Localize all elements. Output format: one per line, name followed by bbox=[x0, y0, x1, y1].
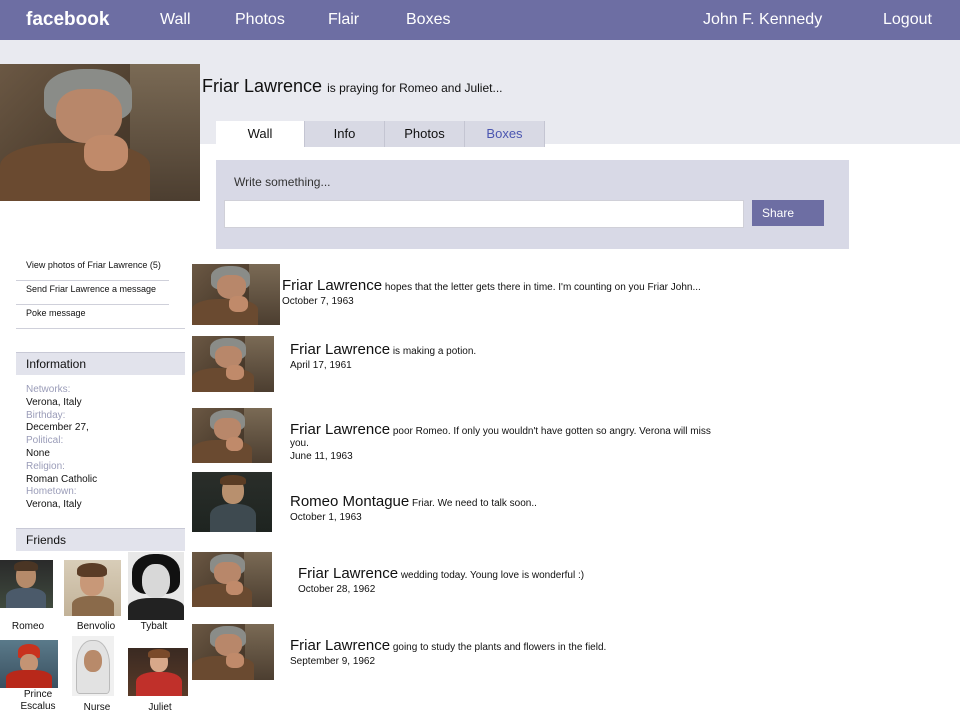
friend-photo-prince-escalus[interactable] bbox=[0, 640, 58, 688]
nav-boxes[interactable]: Boxes bbox=[406, 11, 450, 29]
friend-name-nurse[interactable]: Nurse bbox=[70, 702, 124, 714]
top-navigation-bar: facebook Wall Photos Flair Boxes John F.… bbox=[0, 0, 960, 40]
wall-post: Friar Lawrence hopes that the letter get… bbox=[282, 277, 922, 307]
tab-boxes[interactable]: Boxes bbox=[465, 121, 545, 147]
information-list: Networks: Verona, Italy Birthday: Decemb… bbox=[26, 384, 176, 512]
view-photos-link[interactable]: View photos of Friar Lawrence (5) bbox=[16, 260, 169, 281]
post-date: April 17, 1961 bbox=[290, 360, 352, 371]
info-value: None bbox=[26, 447, 50, 459]
information-header: Information bbox=[16, 352, 185, 375]
friend-photo-tybalt[interactable] bbox=[128, 552, 184, 620]
post-author-photo[interactable] bbox=[192, 264, 280, 325]
nav-flair[interactable]: Flair bbox=[328, 11, 359, 29]
wall-composer: Write something... Share bbox=[216, 160, 849, 249]
post-body: Friar. We need to talk soon.. bbox=[412, 498, 537, 509]
info-value: Verona, Italy bbox=[26, 396, 82, 408]
wall-post: Friar Lawrence poor Romeo. If only you w… bbox=[290, 421, 730, 462]
post-author-photo[interactable] bbox=[192, 408, 272, 463]
post-author[interactable]: Friar Lawrence bbox=[298, 565, 398, 582]
info-label: Birthday: bbox=[26, 409, 66, 421]
composer-prompt: Write something... bbox=[234, 175, 331, 189]
friend-photo-juliet[interactable] bbox=[128, 648, 188, 696]
info-label: Religion: bbox=[26, 460, 65, 472]
friend-photo-benvolio[interactable] bbox=[64, 560, 121, 616]
post-author[interactable]: Romeo Montague bbox=[290, 493, 409, 510]
nav-photos[interactable]: Photos bbox=[235, 11, 285, 29]
friend-name-benvolio[interactable]: Benvolio bbox=[66, 621, 126, 633]
post-date: October 7, 1963 bbox=[282, 296, 354, 307]
post-body: hopes that the letter gets there in time… bbox=[384, 282, 701, 293]
post-body: going to study the plants and flowers in… bbox=[392, 642, 607, 653]
wall-post: Friar Lawrence going to study the plants… bbox=[290, 637, 890, 667]
tab-photos[interactable]: Photos bbox=[385, 121, 465, 147]
current-user-link[interactable]: John F. Kennedy bbox=[703, 11, 822, 29]
friends-header: Friends bbox=[16, 528, 185, 551]
tab-info[interactable]: Info bbox=[305, 121, 385, 147]
info-label: Hometown: bbox=[26, 486, 77, 498]
friend-name-romeo[interactable]: Romeo bbox=[2, 621, 54, 633]
friend-photo-nurse[interactable] bbox=[72, 636, 114, 696]
tab-wall[interactable]: Wall bbox=[216, 121, 305, 147]
post-body: wedding today. Young love is wonderful :… bbox=[400, 570, 585, 581]
poke-link[interactable]: Poke message bbox=[16, 308, 185, 329]
post-date: October 1, 1963 bbox=[290, 512, 362, 523]
nav-wall[interactable]: Wall bbox=[160, 11, 191, 29]
send-message-link[interactable]: Send Friar Lawrence a message bbox=[16, 284, 169, 305]
wall-post: Romeo Montague Friar. We need to talk so… bbox=[290, 493, 890, 523]
share-button[interactable]: Share bbox=[752, 200, 824, 226]
wall-post-input[interactable] bbox=[224, 200, 744, 228]
post-author-photo[interactable] bbox=[192, 472, 272, 532]
profile-status: is praying for Romeo and Juliet... bbox=[327, 81, 503, 95]
post-author[interactable]: Friar Lawrence bbox=[290, 421, 390, 438]
info-value: Roman Catholic bbox=[26, 473, 98, 485]
friend-name-juliet[interactable]: Juliet bbox=[132, 702, 188, 714]
post-author[interactable]: Friar Lawrence bbox=[282, 277, 382, 294]
post-author-photo[interactable] bbox=[192, 552, 272, 607]
facebook-logo[interactable]: facebook bbox=[26, 9, 109, 31]
post-author-photo[interactable] bbox=[192, 624, 274, 680]
post-author[interactable]: Friar Lawrence bbox=[290, 637, 390, 654]
post-body: is making a potion. bbox=[392, 346, 477, 357]
profile-name: Friar Lawrence bbox=[202, 76, 323, 96]
post-date: June 11, 1963 bbox=[290, 451, 353, 462]
friend-photo-romeo[interactable] bbox=[0, 560, 53, 608]
info-value: December 27, bbox=[26, 422, 89, 434]
info-value: Verona, Italy bbox=[26, 499, 82, 511]
friend-name-tybalt[interactable]: Tybalt bbox=[128, 621, 180, 633]
profile-picture[interactable] bbox=[0, 64, 200, 201]
post-date: October 28, 1962 bbox=[298, 584, 376, 595]
friend-name-prince-escalus[interactable]: Prince Escalus bbox=[8, 689, 68, 713]
logout-link[interactable]: Logout bbox=[883, 11, 932, 29]
info-label: Political: bbox=[26, 435, 64, 447]
info-label: Networks: bbox=[26, 384, 71, 395]
post-author[interactable]: Friar Lawrence bbox=[290, 341, 390, 358]
wall-post: Friar Lawrence is making a potion. April… bbox=[290, 341, 890, 371]
wall-post: Friar Lawrence wedding today. Young love… bbox=[298, 565, 898, 595]
profile-status-line: Friar Lawrence is praying for Romeo and … bbox=[202, 76, 502, 97]
post-author-photo[interactable] bbox=[192, 336, 274, 392]
post-date: September 9, 1962 bbox=[290, 656, 376, 667]
